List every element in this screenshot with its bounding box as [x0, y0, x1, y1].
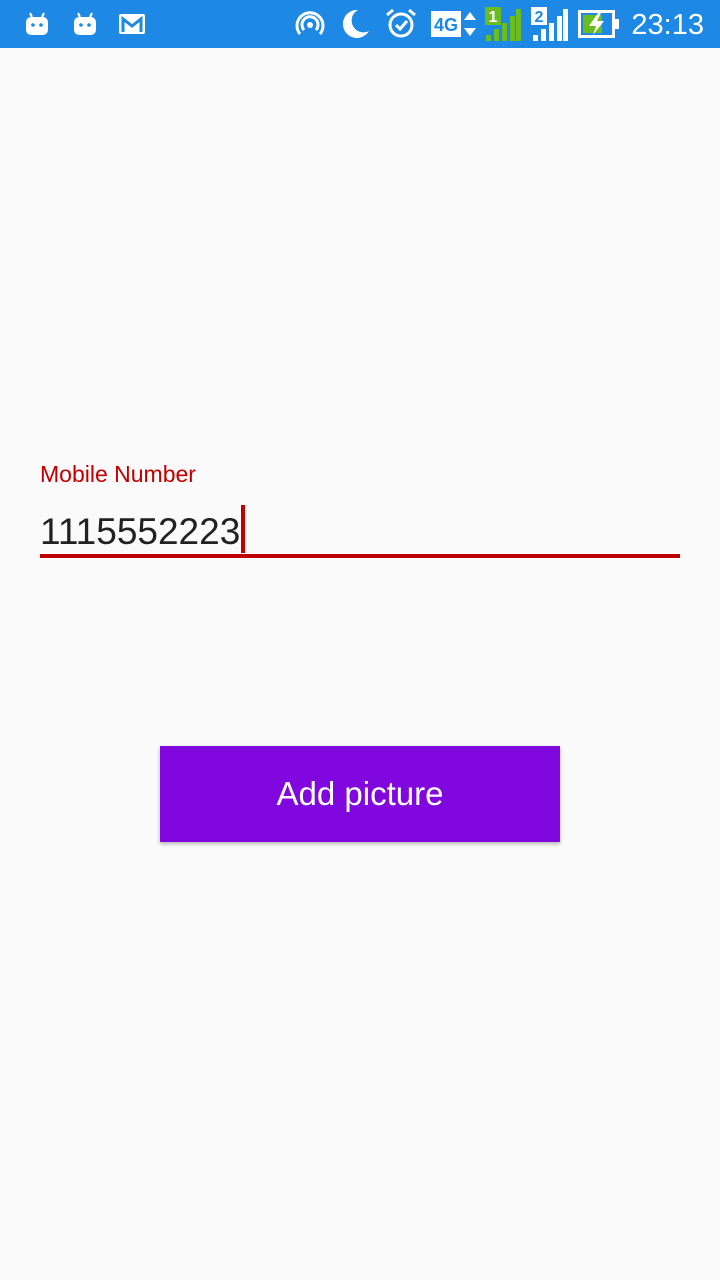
mobile-number-underline: [40, 554, 680, 558]
add-picture-button[interactable]: Add picture: [160, 746, 560, 842]
sim1-label: 1: [489, 9, 498, 26]
status-bar: 4G 1 2 23:13: [0, 0, 720, 48]
android-icon: [24, 0, 50, 48]
mobile-number-value: 1115552223: [40, 511, 241, 552]
battery-charging-icon: [578, 0, 620, 48]
gmail-icon: [118, 0, 146, 48]
hotspot-icon: [294, 0, 326, 48]
mobile-number-label: Mobile Number: [40, 461, 196, 487]
moon-icon: [338, 0, 372, 48]
mobile-number-input[interactable]: 1115552223: [40, 505, 246, 555]
android-icon: [72, 0, 98, 48]
text-cursor: [241, 505, 246, 553]
status-time: 23:13: [631, 9, 704, 41]
network-type-label: 4G: [434, 15, 458, 35]
signal-sim2-icon: 2: [530, 0, 568, 48]
network-4g-icon: 4G: [430, 0, 478, 48]
signal-sim1-icon: 1: [482, 0, 522, 48]
sim2-label: 2: [535, 9, 544, 26]
alarm-icon: [384, 0, 418, 48]
